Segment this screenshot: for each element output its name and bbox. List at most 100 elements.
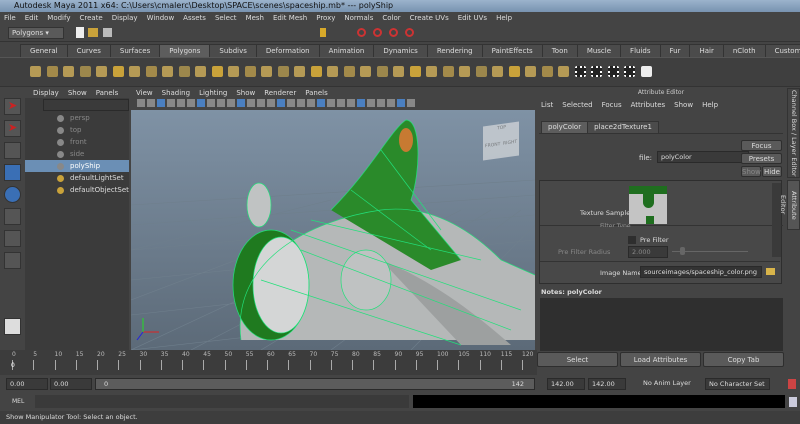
open-scene-icon[interactable] — [88, 28, 98, 37]
lock-icon[interactable] — [320, 28, 326, 37]
playback-start-field[interactable]: 0.00 — [50, 378, 92, 390]
ae-menu-help[interactable]: Help — [702, 101, 718, 109]
viewport-menu-shading[interactable]: Shading — [162, 88, 190, 98]
channel-box-tab[interactable]: Channel Box / Layer Editor — [787, 88, 800, 178]
shelf-tool-icon[interactable] — [475, 66, 487, 77]
menu-mesh[interactable]: Mesh — [246, 12, 264, 24]
viewport-tool-icon[interactable] — [267, 99, 275, 107]
menu-display[interactable]: Display — [112, 12, 138, 24]
paint-select-icon[interactable] — [4, 142, 21, 159]
shelf-tab-custom[interactable]: Custom — [764, 44, 800, 57]
viewport-tool-icon[interactable] — [407, 99, 415, 107]
image-name-field[interactable]: sourceimages/spaceship_color.png — [640, 266, 762, 278]
ae-menu-list[interactable]: List — [541, 101, 553, 109]
menu-edit[interactable]: Edit — [25, 12, 39, 24]
lasso-tool-icon[interactable]: ➤ — [4, 120, 21, 137]
shelf-tool-icon[interactable] — [492, 66, 503, 77]
shelf-tool-icon[interactable] — [63, 66, 74, 77]
shelf-tab-rendering[interactable]: Rendering — [426, 44, 483, 57]
menu-edit-uvs[interactable]: Edit UVs — [458, 12, 487, 24]
menu-select[interactable]: Select — [215, 12, 237, 24]
shelf-tool-icon[interactable] — [426, 66, 437, 77]
shelf-tool-icon[interactable] — [145, 66, 157, 77]
start-time-field[interactable]: 0.00 — [6, 378, 48, 390]
focus-button[interactable]: Focus — [741, 140, 782, 151]
shelf-tab-polygons[interactable]: Polygons — [159, 44, 211, 57]
shelf-tab-toon[interactable]: Toon — [541, 44, 578, 57]
menuset-dropdown[interactable]: Polygons ▾ — [8, 27, 64, 39]
animation-prefs-icon[interactable] — [788, 379, 796, 389]
viewport-tool-icon[interactable] — [337, 99, 345, 107]
shelf-tab-surfaces[interactable]: Surfaces — [109, 44, 161, 57]
ae-tab-place2dtexture1[interactable]: place2dTexture1 — [587, 121, 659, 133]
shelf-tool-icon[interactable] — [393, 66, 404, 77]
view-cube-right[interactable]: RIGHT — [503, 140, 517, 147]
viewport-tool-icon[interactable] — [227, 99, 235, 107]
ae-select-button[interactable]: Select — [537, 352, 618, 367]
ae-tab-polycolor[interactable]: polyColor — [541, 121, 589, 133]
shelf-tool-icon[interactable] — [112, 66, 124, 77]
viewport-tool-icon[interactable] — [137, 99, 145, 107]
shelf-tool-icon[interactable] — [129, 66, 140, 77]
viewport-tool-icon[interactable] — [317, 99, 325, 107]
rotate-tool-icon[interactable] — [4, 186, 21, 203]
viewport-tool-icon[interactable] — [297, 99, 305, 107]
shelf-tool-icon[interactable] — [261, 66, 272, 77]
ae-copy-tab-button[interactable]: Copy Tab — [703, 352, 784, 367]
shelf-tool-icon[interactable] — [459, 66, 470, 77]
viewport-menu-lighting[interactable]: Lighting — [199, 88, 227, 98]
viewport-tool-icon[interactable] — [377, 99, 385, 107]
move-tool-icon[interactable] — [4, 164, 21, 181]
shelf-tool-icon[interactable] — [558, 66, 569, 77]
viewport-tool-icon[interactable] — [237, 99, 245, 107]
outliner-item[interactable]: front — [25, 136, 129, 148]
viewport-tool-icon[interactable] — [397, 99, 405, 107]
outliner-item[interactable]: top — [25, 124, 129, 136]
shelf-tool-icon[interactable] — [211, 66, 223, 77]
viewport-menu-renderer[interactable]: Renderer — [264, 88, 296, 98]
new-scene-icon[interactable] — [76, 27, 84, 38]
playback-end-field[interactable]: 142.00 — [547, 378, 585, 390]
viewport-tool-icon[interactable] — [387, 99, 395, 107]
viewport-tool-icon[interactable] — [367, 99, 375, 107]
snap-point-icon[interactable] — [389, 28, 398, 37]
end-time-field[interactable]: 142.00 — [588, 378, 626, 390]
shelf-tool-icon[interactable] — [162, 66, 173, 77]
shelf-tool-icon[interactable] — [376, 66, 388, 77]
last-tool-icon[interactable] — [4, 252, 21, 269]
outliner-menu-panels[interactable]: Panels — [96, 88, 119, 98]
menu-help[interactable]: Help — [496, 12, 512, 24]
attribute-scrollbar[interactable] — [772, 183, 781, 257]
shelf-tool-icon[interactable] — [442, 66, 454, 77]
view-cube-top[interactable]: TOP — [497, 125, 506, 131]
viewport-menu-view[interactable]: View — [136, 88, 153, 98]
shelf-tool-icon[interactable] — [525, 66, 536, 77]
shelf-tool-icon[interactable] — [574, 66, 586, 77]
shelf-tool-icon[interactable] — [277, 66, 289, 77]
outliner-item[interactable]: polyShip — [25, 160, 129, 172]
menu-color[interactable]: Color — [382, 12, 400, 24]
viewport-tool-icon[interactable] — [217, 99, 225, 107]
anim-layer-dropdown[interactable]: No Anim Layer — [640, 378, 692, 390]
character-set-dropdown[interactable]: No Character Set — [705, 378, 770, 390]
menu-proxy[interactable]: Proxy — [316, 12, 335, 24]
ae-menu-show[interactable]: Show — [674, 101, 693, 109]
file-name-field[interactable]: polyColor — [657, 151, 749, 163]
viewport-tool-icon[interactable] — [207, 99, 215, 107]
menu-window[interactable]: Window — [147, 12, 175, 24]
viewport-tool-icon[interactable] — [347, 99, 355, 107]
command-input[interactable] — [35, 395, 409, 408]
shelf-tool-icon[interactable] — [178, 66, 190, 77]
shelf-tool-icon[interactable] — [244, 66, 256, 77]
pre-filter-radius-field[interactable]: 2.000 — [628, 246, 668, 258]
outliner-item[interactable]: defaultObjectSet — [25, 184, 129, 196]
viewport-tool-icon[interactable] — [357, 99, 365, 107]
shelf-tab-deformation[interactable]: Deformation — [255, 44, 320, 57]
menu-file[interactable]: File — [4, 12, 16, 24]
pre-filter-checkbox[interactable] — [628, 236, 636, 244]
outliner-menu-display[interactable]: Display — [33, 88, 59, 98]
outliner-item[interactable]: defaultLightSet — [25, 172, 129, 184]
shelf-tool-icon[interactable] — [541, 66, 553, 77]
shelf-tab-general[interactable]: General — [20, 44, 68, 57]
viewport-tool-icon[interactable] — [197, 99, 205, 107]
